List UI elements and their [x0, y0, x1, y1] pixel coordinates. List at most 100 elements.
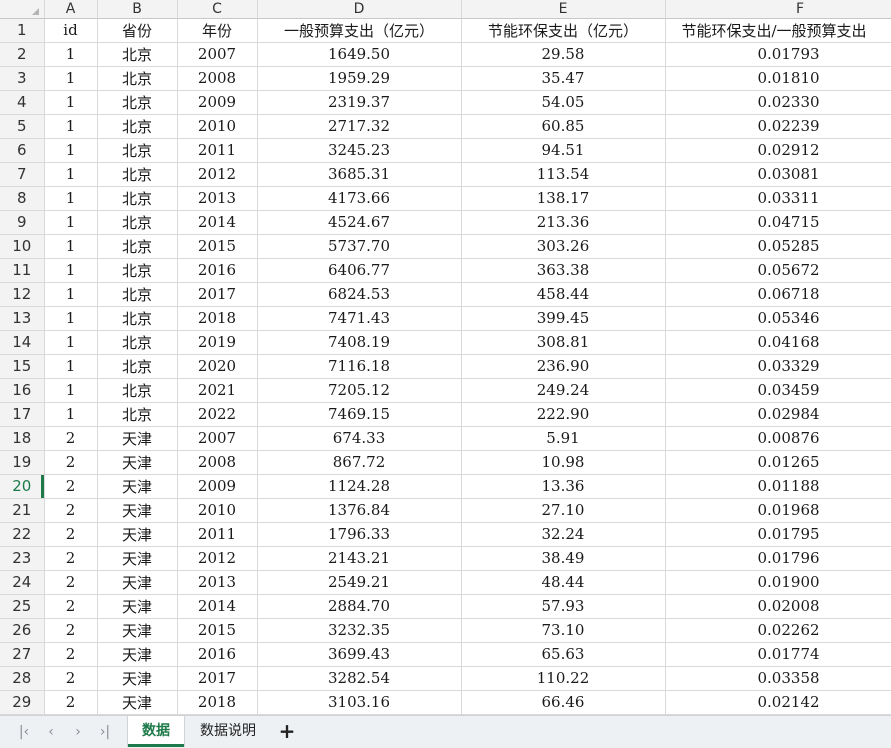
cell-id[interactable]: 2 — [44, 546, 98, 571]
cell-budget[interactable]: 2549.21 — [257, 570, 462, 595]
cell-year[interactable]: 2021 — [177, 378, 258, 403]
cell-id[interactable]: 2 — [44, 474, 98, 499]
cell-env[interactable]: 66.46 — [461, 690, 666, 715]
cell-env[interactable]: 303.26 — [461, 234, 666, 259]
cell-year[interactable]: 2017 — [177, 282, 258, 307]
cell-id[interactable]: 1 — [44, 90, 98, 115]
cell-env[interactable]: 113.54 — [461, 162, 666, 187]
cell-id[interactable]: 2 — [44, 690, 98, 715]
row-header[interactable]: 27 — [0, 642, 45, 667]
cell-ratio[interactable]: 0.05346 — [665, 306, 891, 331]
cell-province[interactable]: 北京 — [97, 378, 178, 403]
cell-id[interactable]: 1 — [44, 186, 98, 211]
cell-budget[interactable]: 5737.70 — [257, 234, 462, 259]
spreadsheet-grid[interactable]: A B C D E F 1 id 省份 年份 一般预算支出（亿元） 节能环保支出… — [0, 0, 891, 715]
row-header[interactable]: 10 — [0, 234, 45, 259]
cell-budget[interactable]: 7408.19 — [257, 330, 462, 355]
cell-budget[interactable]: 3282.54 — [257, 666, 462, 691]
cell-budget[interactable]: 7205.12 — [257, 378, 462, 403]
cell-id[interactable]: 2 — [44, 450, 98, 475]
row-header[interactable]: 7 — [0, 162, 45, 187]
cell-budget[interactable]: 1649.50 — [257, 42, 462, 67]
cell-header-id[interactable]: id — [44, 18, 98, 43]
cell-env[interactable]: 29.58 — [461, 42, 666, 67]
cell-budget[interactable]: 1124.28 — [257, 474, 462, 499]
cell-env[interactable]: 27.10 — [461, 498, 666, 523]
cell-province[interactable]: 北京 — [97, 114, 178, 139]
cell-ratio[interactable]: 0.05672 — [665, 258, 891, 283]
column-header-d[interactable]: D — [257, 0, 462, 19]
cell-header-budget[interactable]: 一般预算支出（亿元） — [257, 18, 462, 43]
cell-env[interactable]: 399.45 — [461, 306, 666, 331]
cell-env[interactable]: 13.36 — [461, 474, 666, 499]
cell-budget[interactable]: 4173.66 — [257, 186, 462, 211]
column-header-e[interactable]: E — [461, 0, 666, 19]
row-header[interactable]: 20 — [0, 474, 45, 499]
cell-province[interactable]: 天津 — [97, 594, 178, 619]
cell-env[interactable]: 363.38 — [461, 258, 666, 283]
cell-env[interactable]: 138.17 — [461, 186, 666, 211]
prev-sheet-icon[interactable]: ‹ — [41, 722, 61, 742]
cell-province[interactable]: 天津 — [97, 618, 178, 643]
cell-ratio[interactable]: 0.01810 — [665, 66, 891, 91]
cell-header-year[interactable]: 年份 — [177, 18, 258, 43]
cell-id[interactable]: 1 — [44, 42, 98, 67]
cell-ratio[interactable]: 0.01188 — [665, 474, 891, 499]
row-header[interactable]: 21 — [0, 498, 45, 523]
cell-ratio[interactable]: 0.03329 — [665, 354, 891, 379]
cell-province[interactable]: 天津 — [97, 546, 178, 571]
column-header-f[interactable]: F — [665, 0, 891, 19]
cell-province[interactable]: 天津 — [97, 474, 178, 499]
cell-budget[interactable]: 1376.84 — [257, 498, 462, 523]
cell-env[interactable]: 48.44 — [461, 570, 666, 595]
row-header[interactable]: 25 — [0, 594, 45, 619]
cell-ratio[interactable]: 0.03081 — [665, 162, 891, 187]
cell-id[interactable]: 1 — [44, 234, 98, 259]
cell-ratio[interactable]: 0.04715 — [665, 210, 891, 235]
cell-year[interactable]: 2013 — [177, 186, 258, 211]
cell-province[interactable]: 北京 — [97, 258, 178, 283]
last-sheet-icon[interactable]: ›| — [95, 722, 115, 742]
cell-env[interactable]: 60.85 — [461, 114, 666, 139]
cell-ratio[interactable]: 0.03459 — [665, 378, 891, 403]
cell-province[interactable]: 天津 — [97, 666, 178, 691]
cell-province[interactable]: 北京 — [97, 162, 178, 187]
row-header[interactable]: 9 — [0, 210, 45, 235]
cell-env[interactable]: 222.90 — [461, 402, 666, 427]
cell-ratio[interactable]: 0.00876 — [665, 426, 891, 451]
select-all-corner[interactable] — [0, 0, 45, 19]
next-sheet-icon[interactable]: › — [68, 722, 88, 742]
cell-budget[interactable]: 7116.18 — [257, 354, 462, 379]
row-header[interactable]: 11 — [0, 258, 45, 283]
cell-env[interactable]: 54.05 — [461, 90, 666, 115]
row-header[interactable]: 22 — [0, 522, 45, 547]
cell-env[interactable]: 249.24 — [461, 378, 666, 403]
cell-year[interactable]: 2020 — [177, 354, 258, 379]
cell-id[interactable]: 2 — [44, 594, 98, 619]
cell-year[interactable]: 2019 — [177, 330, 258, 355]
cell-ratio[interactable]: 0.02142 — [665, 690, 891, 715]
row-header[interactable]: 26 — [0, 618, 45, 643]
cell-budget[interactable]: 2717.32 — [257, 114, 462, 139]
cell-header-ratio[interactable]: 节能环保支出/一般预算支出 — [665, 18, 891, 43]
cell-province[interactable]: 天津 — [97, 642, 178, 667]
cell-budget[interactable]: 3103.16 — [257, 690, 462, 715]
cell-year[interactable]: 2012 — [177, 162, 258, 187]
cell-id[interactable]: 1 — [44, 354, 98, 379]
column-header-c[interactable]: C — [177, 0, 258, 19]
cell-year[interactable]: 2011 — [177, 522, 258, 547]
cell-year[interactable]: 2018 — [177, 306, 258, 331]
cell-ratio[interactable]: 0.01900 — [665, 570, 891, 595]
cell-id[interactable]: 2 — [44, 666, 98, 691]
cell-ratio[interactable]: 0.01774 — [665, 642, 891, 667]
cell-ratio[interactable]: 0.03311 — [665, 186, 891, 211]
cell-ratio[interactable]: 0.04168 — [665, 330, 891, 355]
cell-env[interactable]: 458.44 — [461, 282, 666, 307]
cell-province[interactable]: 天津 — [97, 522, 178, 547]
cell-year[interactable]: 2012 — [177, 546, 258, 571]
cell-year[interactable]: 2016 — [177, 258, 258, 283]
cell-env[interactable]: 10.98 — [461, 450, 666, 475]
cell-year[interactable]: 2010 — [177, 114, 258, 139]
cell-province[interactable]: 北京 — [97, 42, 178, 67]
cell-ratio[interactable]: 0.01968 — [665, 498, 891, 523]
